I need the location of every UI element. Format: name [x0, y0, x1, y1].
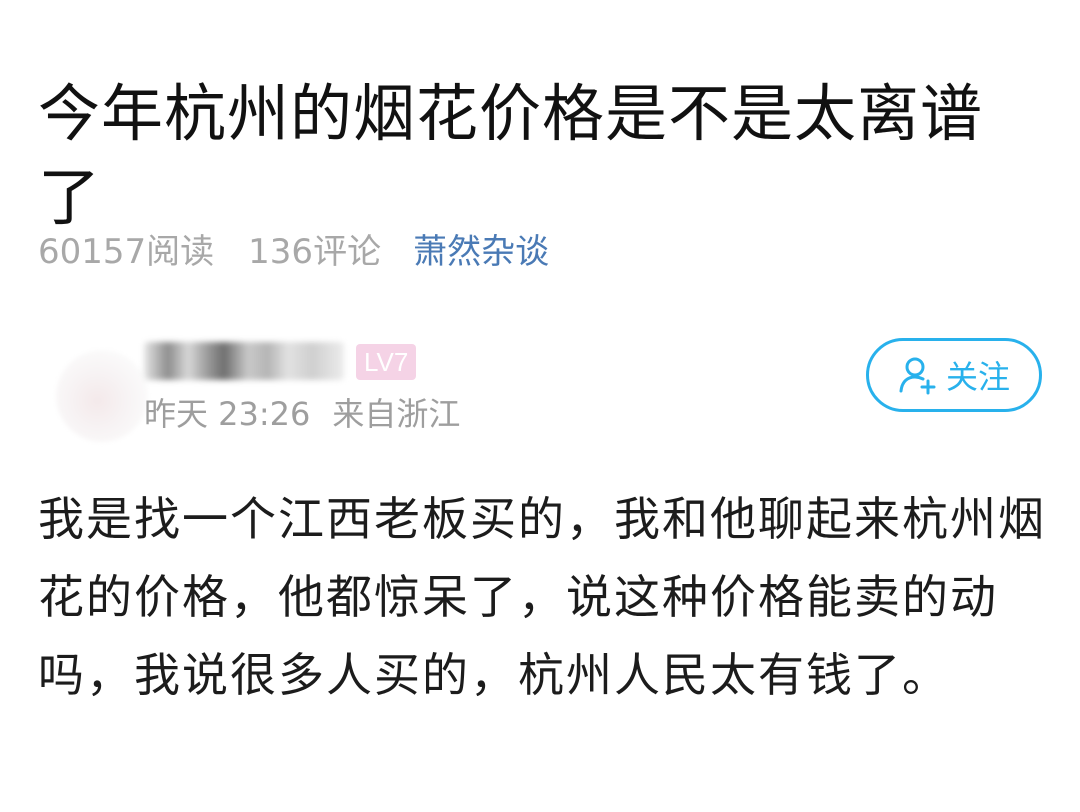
post-timestamp: 昨天 23:26	[144, 395, 311, 433]
channel-link[interactable]: 萧然杂谈	[413, 224, 549, 273]
read-count: 60157阅读	[38, 231, 215, 272]
post-location: 来自浙江	[332, 395, 461, 433]
add-user-icon	[899, 357, 936, 395]
post-meta: 60157阅读 136评论 萧然杂谈	[38, 224, 549, 273]
post-time: 昨天 23:26 来自浙江	[144, 392, 460, 436]
comment-body: 我是找一个江西老板买的，我和他聊起来杭州烟花的价格，他都惊呆了，说这种价格能卖的…	[38, 492, 1046, 702]
follow-label: 关注	[945, 358, 1010, 396]
level-badge: LV7	[356, 344, 417, 380]
follow-button[interactable]: 关注	[866, 338, 1042, 412]
post-title: 今年杭州的烟花价格是不是太离谱了	[38, 76, 984, 234]
username-blurred[interactable]	[144, 342, 344, 380]
avatar[interactable]	[56, 350, 148, 442]
comment-count[interactable]: 136评论	[248, 224, 381, 273]
